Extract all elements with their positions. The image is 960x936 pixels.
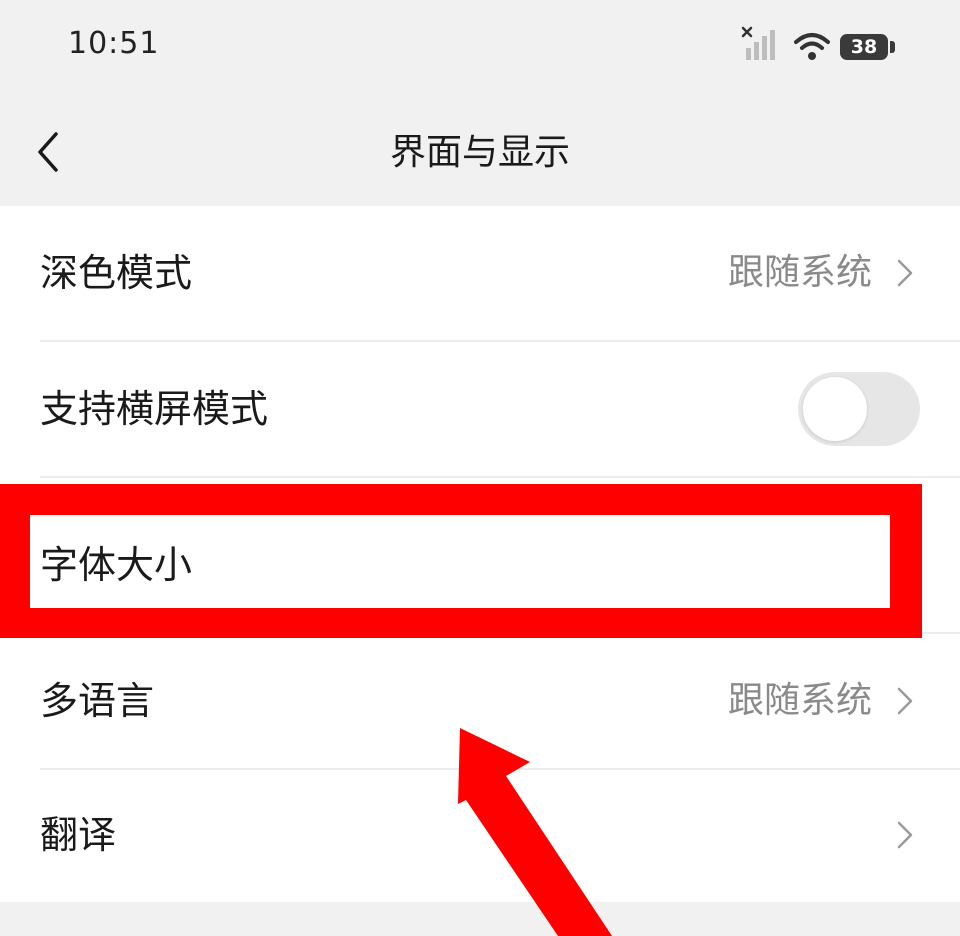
battery-icon: 38 [840, 34, 888, 60]
status-icons: 38 [740, 26, 900, 66]
chevron-left-icon [38, 132, 58, 172]
setting-translate[interactable]: 翻译 [0, 768, 960, 902]
setting-value: 跟随系统 [727, 680, 872, 721]
chevron-right-icon [897, 821, 913, 849]
setting-label: 多语言 [40, 679, 155, 723]
wifi-icon [794, 33, 830, 60]
landscape-toggle[interactable] [798, 372, 920, 446]
setting-landscape-mode: 支持横屏模式 [0, 342, 960, 476]
setting-label: 字体大小 [40, 543, 193, 587]
status-time: 10:51 [68, 26, 160, 61]
battery-tip [890, 41, 895, 53]
status-bar: 10:51 38 [0, 0, 960, 100]
nav-bar: 界面与显示 [0, 100, 960, 206]
page-background [0, 902, 960, 936]
battery-level: 38 [850, 36, 878, 58]
divider [40, 476, 960, 478]
chevron-right-icon [897, 687, 913, 715]
back-button[interactable] [20, 122, 80, 182]
signal-no-service-icon [741, 26, 775, 60]
setting-label: 深色模式 [40, 251, 193, 295]
setting-value: 跟随系统 [727, 252, 872, 293]
toggle-knob [803, 377, 867, 441]
setting-font-size[interactable]: 字体大小 [0, 498, 960, 632]
settings-list: 深色模式 跟随系统 支持横屏模式 字体大小 多语言 跟随系统 翻译 [0, 206, 960, 902]
setting-language[interactable]: 多语言 跟随系统 [0, 634, 960, 768]
setting-dark-mode[interactable]: 深色模式 跟随系统 [0, 206, 960, 340]
chevron-right-icon [897, 259, 913, 287]
setting-label: 支持横屏模式 [40, 387, 269, 431]
setting-label: 翻译 [40, 813, 117, 857]
page-title: 界面与显示 [389, 132, 570, 173]
